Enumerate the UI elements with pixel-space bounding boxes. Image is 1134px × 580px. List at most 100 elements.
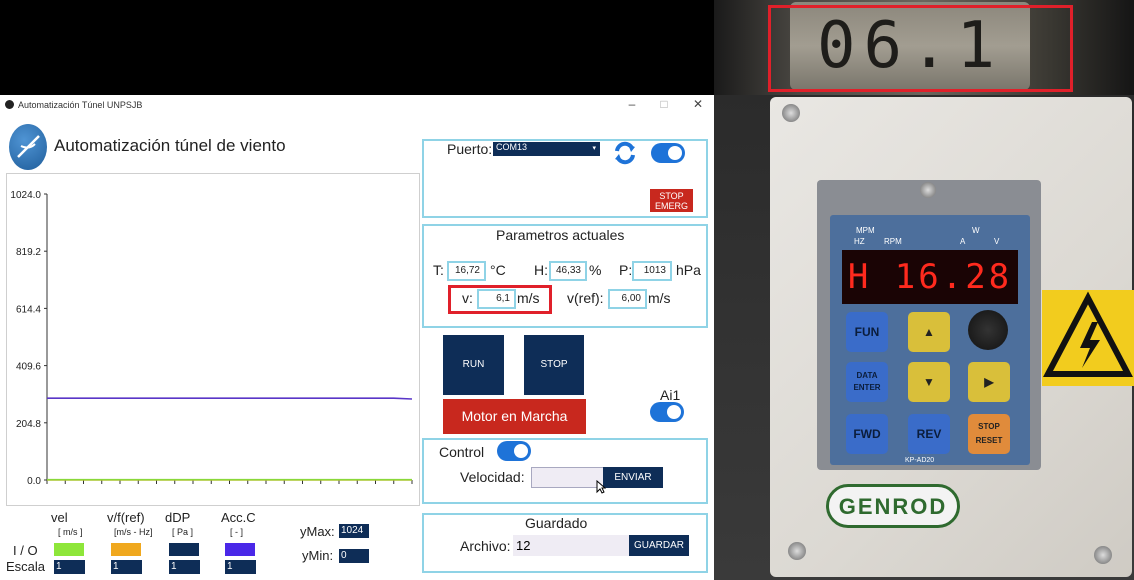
- indicator-a: A: [960, 237, 966, 246]
- down-key[interactable]: ▼: [908, 362, 950, 402]
- velocity-field: 6,1: [477, 289, 516, 309]
- emergency-stop-line2: EMERG: [654, 201, 688, 211]
- data-chart: 1024.0 819.2 614.4 409.6 204.8 0.0: [10, 190, 413, 487]
- scale-input-vel[interactable]: 1: [54, 560, 85, 574]
- save-title: Guardado: [525, 515, 588, 531]
- pressure-label: P:: [619, 262, 633, 278]
- y-tick-label: 204.8: [16, 419, 41, 430]
- vref-label: v(ref):: [567, 290, 604, 306]
- temp-label: T:: [433, 262, 444, 278]
- model-label: KP-AD20: [905, 457, 935, 464]
- indicator-hz: HZ: [854, 237, 865, 246]
- wind-tunnel-logo-icon: [9, 124, 47, 170]
- indicator-v: V: [994, 237, 1000, 246]
- pressure-unit: hPa: [676, 262, 701, 278]
- legend-vel-unit: [ m/s ]: [58, 527, 83, 537]
- temp-unit: °C: [490, 262, 506, 278]
- velocity-label: v:: [462, 290, 473, 306]
- device-display: H 16.28: [842, 250, 1018, 304]
- temp-field: 16,72: [447, 261, 486, 281]
- scale-input-vf[interactable]: 1: [111, 560, 142, 574]
- send-button[interactable]: ENVIAR: [603, 467, 663, 488]
- screw-icon: [920, 182, 936, 198]
- io-label: I / O: [13, 543, 38, 558]
- legend-ddp-unit: [ Pa ]: [172, 527, 194, 537]
- ymin-input[interactable]: 0: [339, 549, 369, 563]
- velocity-unit: m/s: [517, 290, 540, 306]
- humidity-unit: %: [589, 262, 602, 278]
- shift-key[interactable]: ▶: [968, 362, 1010, 402]
- control-label: Control: [439, 444, 485, 460]
- y-tick-label: 819.2: [16, 247, 41, 258]
- motor-status-button[interactable]: Motor en Marcha: [443, 399, 586, 434]
- up-key[interactable]: ▲: [908, 312, 950, 352]
- port-select[interactable]: COM13 ▾: [493, 142, 600, 156]
- ai1-toggle[interactable]: [650, 402, 684, 422]
- ymax-input[interactable]: 1024: [339, 524, 369, 538]
- port-select-value: COM13: [496, 142, 528, 152]
- emergency-stop-button[interactable]: STOP EMERG: [650, 189, 693, 212]
- humidity-field: 46,33: [549, 261, 587, 281]
- chart-area: 1024.0 819.2 614.4 409.6 204.8 0.0: [6, 173, 420, 506]
- brand-logo: GENROD: [826, 484, 960, 528]
- window-icon: [5, 100, 14, 109]
- legend-vf-unit: [m/s - Hz]: [114, 527, 153, 537]
- series-line-0: [47, 397, 413, 400]
- port-label: Puerto:: [447, 141, 493, 157]
- port-connect-toggle[interactable]: [651, 143, 685, 163]
- mouse-cursor-icon: [596, 479, 607, 494]
- maximize-button[interactable]: □: [654, 97, 674, 111]
- chevron-down-icon: ▾: [592, 145, 596, 152]
- screw-icon: [788, 542, 806, 560]
- indicator-w: W: [972, 226, 980, 235]
- legend-acc-label: Acc.C: [221, 510, 256, 525]
- archivo-input[interactable]: 12: [513, 535, 630, 556]
- refresh-icon[interactable]: [612, 140, 638, 166]
- velocidad-input[interactable]: [531, 467, 604, 488]
- stop-reset-key[interactable]: STOP RESET: [968, 414, 1010, 454]
- page-title: Automatización túnel de viento: [54, 136, 286, 155]
- legend-vel-label: vel: [51, 510, 68, 525]
- io-toggle-acc[interactable]: [225, 543, 255, 556]
- ymin-label: yMin:: [302, 548, 334, 563]
- high-voltage-warning-icon: [1042, 290, 1134, 386]
- potentiometer-knob[interactable]: [968, 310, 1008, 350]
- ymax-label: yMax:: [300, 524, 335, 539]
- screw-icon: [1094, 546, 1112, 564]
- control-toggle[interactable]: [497, 441, 531, 461]
- indicator-mpm: MPM: [856, 226, 875, 235]
- data-enter-key[interactable]: DATA ENTER: [846, 362, 888, 402]
- rev-key[interactable]: REV: [908, 414, 950, 454]
- run-button[interactable]: RUN: [443, 335, 504, 395]
- io-toggle-vf[interactable]: [111, 543, 141, 556]
- escala-label: Escala: [6, 559, 46, 574]
- minimize-button[interactable]: –: [622, 97, 642, 111]
- emergency-stop-line1: STOP: [659, 191, 684, 201]
- io-toggle-vel[interactable]: [54, 543, 84, 556]
- indicator-row: MPM W HZ RPM A V: [842, 222, 1018, 248]
- pressure-field: 1013: [632, 261, 672, 281]
- fwd-key[interactable]: FWD: [846, 414, 888, 454]
- title-bar: Automatización Túnel UNPSJB – □ ✕: [0, 95, 714, 115]
- params-title: Parametros actuales: [496, 227, 625, 243]
- save-button[interactable]: GUARDAR: [629, 535, 689, 556]
- scale-input-ddp[interactable]: 1: [169, 560, 200, 574]
- legend-ddp-label: dDP: [165, 510, 191, 525]
- legend-acc-unit: [ - ]: [230, 527, 243, 537]
- legend-vf-label: v/f(ref): [107, 510, 145, 525]
- meter-highlight: [768, 5, 1073, 92]
- velocidad-label: Velocidad:: [460, 469, 525, 485]
- fun-key[interactable]: FUN: [846, 312, 888, 352]
- humidity-label: H:: [534, 262, 548, 278]
- window-title: Automatización Túnel UNPSJB: [18, 100, 143, 110]
- io-toggle-ddp[interactable]: [169, 543, 199, 556]
- archivo-label: Archivo:: [460, 538, 511, 554]
- y-tick-label: 409.6: [16, 362, 41, 373]
- stop-button[interactable]: STOP: [524, 335, 584, 395]
- ai1-label: Ai1: [660, 387, 681, 403]
- vref-field: 6,00: [608, 289, 647, 309]
- indicator-rpm: RPM: [884, 237, 902, 246]
- screw-icon: [782, 104, 800, 122]
- scale-input-acc[interactable]: 1: [225, 560, 256, 574]
- close-button[interactable]: ✕: [688, 97, 708, 111]
